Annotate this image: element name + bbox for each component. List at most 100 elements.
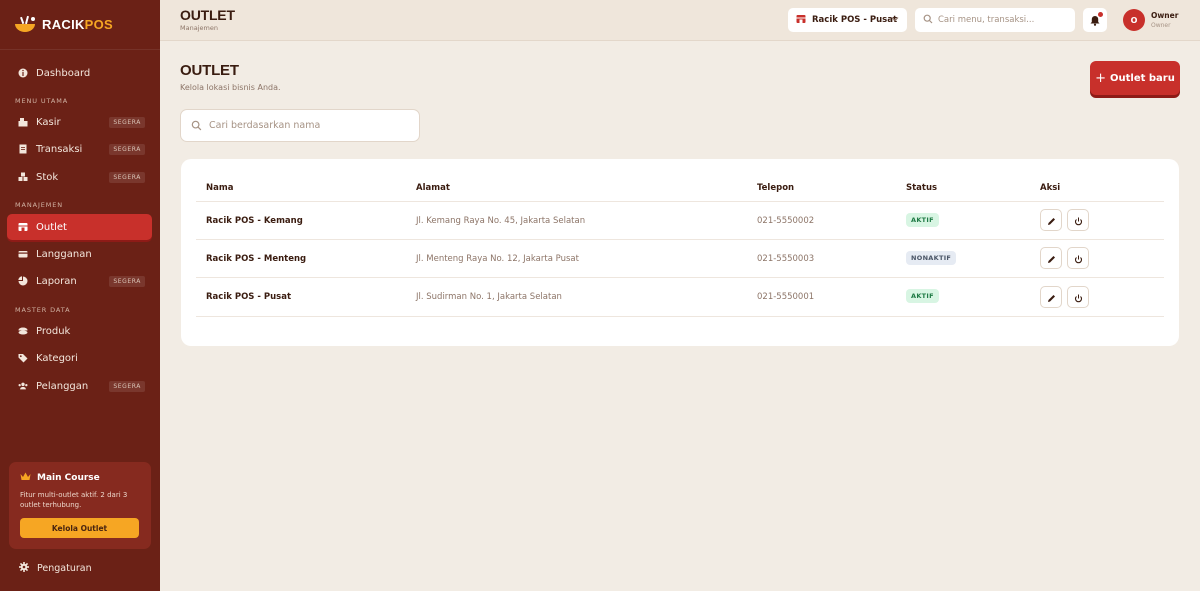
promo-title: Main Course xyxy=(20,472,140,484)
soon-badge: SEGERA xyxy=(109,276,145,287)
gear-icon xyxy=(19,562,29,575)
notification-dot xyxy=(1098,12,1103,17)
power-icon xyxy=(1074,288,1083,307)
status-badge: AKTIF xyxy=(906,289,939,303)
soon-badge: SEGERA xyxy=(109,144,145,155)
sidebar-item-settings[interactable]: Pengaturan xyxy=(19,562,92,575)
row-divider xyxy=(196,277,1164,278)
outlet-search-input[interactable] xyxy=(209,120,409,131)
outlet-phone: 021-5550001 xyxy=(757,292,815,302)
promo-card: Main Course Fitur multi-outlet aktif. 2 … xyxy=(9,462,151,549)
edit-button[interactable] xyxy=(1040,209,1062,231)
new-outlet-button[interactable]: + Outlet baru xyxy=(1090,61,1180,95)
outlet-selector[interactable]: Racik POS - Pusat xyxy=(788,8,907,32)
sidebar-item-outlet[interactable]: Outlet xyxy=(7,214,152,240)
sidebar-item-stok[interactable]: Stok SEGERA xyxy=(7,164,152,190)
user-role: Owner xyxy=(1151,22,1171,29)
crown-icon xyxy=(20,472,31,484)
outlet-search[interactable] xyxy=(180,109,420,142)
card-icon xyxy=(18,249,28,259)
row-divider xyxy=(196,316,1164,317)
users-icon xyxy=(18,381,28,391)
settings-label: Pengaturan xyxy=(37,563,92,574)
outlet-name: Racik POS - Kemang xyxy=(206,216,303,226)
soon-badge: SEGERA xyxy=(109,117,145,128)
pencil-icon xyxy=(1047,288,1056,307)
sidebar-item-langganan[interactable]: Langganan xyxy=(7,241,152,267)
sidebar-item-label: Transaksi xyxy=(36,143,83,155)
column-header-phone: Telepon xyxy=(757,183,795,193)
brand-name: RACIKPOS xyxy=(42,17,114,32)
sidebar-item-label: Stok xyxy=(36,171,59,183)
chart-pie-icon xyxy=(18,276,28,286)
sidebar: RACIKPOS Dashboard MENU UTAMA Kasir SEGE… xyxy=(0,0,160,591)
bowl-icon xyxy=(18,326,28,336)
toggle-status-button[interactable] xyxy=(1067,209,1089,231)
column-header-status: Status xyxy=(906,183,938,193)
receipt-icon xyxy=(18,144,28,154)
boxes-icon xyxy=(18,172,28,182)
topbar: OUTLET Manajemen Racik POS - Pusat Cari … xyxy=(160,0,1200,41)
row-divider xyxy=(196,239,1164,240)
column-header-actions: Aksi xyxy=(1040,183,1061,193)
new-outlet-label: Outlet baru xyxy=(1110,72,1175,84)
column-header-name: Nama xyxy=(206,183,234,193)
topbar-title: OUTLET xyxy=(180,7,235,23)
topbar-subtitle: Manajemen xyxy=(180,24,218,32)
pencil-icon xyxy=(1047,211,1056,230)
sidebar-item-pelanggan[interactable]: Pelanggan SEGERA xyxy=(7,373,152,399)
info-icon xyxy=(18,68,28,78)
soon-badge: SEGERA xyxy=(109,172,145,183)
notifications-button[interactable] xyxy=(1083,8,1107,32)
section-label-manage: MANAJEMEN xyxy=(15,201,64,209)
edit-button[interactable] xyxy=(1040,247,1062,269)
promo-description: Fitur multi-outlet aktif. 2 dari 3 outle… xyxy=(20,491,128,509)
soon-badge: SEGERA xyxy=(109,381,145,392)
sidebar-item-dashboard[interactable]: Dashboard xyxy=(7,60,152,86)
brand[interactable]: RACIKPOS xyxy=(0,0,160,50)
outlet-selector-value: Racik POS - Pusat xyxy=(812,15,898,25)
manage-outlet-button[interactable]: Kelola Outlet xyxy=(20,518,139,538)
global-search-input[interactable]: Cari menu, transaksi... xyxy=(915,8,1075,32)
power-icon xyxy=(1074,211,1083,230)
cash-register-icon xyxy=(18,117,28,127)
edit-button[interactable] xyxy=(1040,286,1062,308)
outlet-address: Jl. Sudirman No. 1, Jakarta Selatan xyxy=(416,292,562,302)
store-icon xyxy=(18,222,28,232)
power-icon xyxy=(1074,249,1083,268)
pencil-icon xyxy=(1047,249,1056,268)
logo-bowl-icon xyxy=(12,15,38,35)
outlet-phone: 021-5550002 xyxy=(757,216,815,226)
sidebar-item-kategori[interactable]: Kategori xyxy=(7,345,152,371)
sidebar-item-label: Kategori xyxy=(36,352,78,364)
outlet-phone: 021-5550003 xyxy=(757,254,815,264)
global-search-placeholder: Cari menu, transaksi... xyxy=(938,15,1035,25)
avatar[interactable]: O xyxy=(1123,9,1145,31)
tag-icon xyxy=(18,353,28,363)
sidebar-item-label: Langganan xyxy=(36,248,92,260)
toggle-status-button[interactable] xyxy=(1067,247,1089,269)
header-divider xyxy=(196,201,1164,202)
outlet-address: Jl. Kemang Raya No. 45, Jakarta Selatan xyxy=(416,216,586,226)
outlet-name: Racik POS - Pusat xyxy=(206,292,292,302)
page-subtitle: Kelola lokasi bisnis Anda. xyxy=(180,83,281,92)
plus-icon: + xyxy=(1095,70,1107,86)
outlet-table-card xyxy=(181,159,1179,346)
sidebar-item-label: Laporan xyxy=(36,275,77,287)
status-badge: NONAKTIF xyxy=(906,251,957,265)
user-name: Owner xyxy=(1151,11,1179,20)
outlet-address: Jl. Menteng Raya No. 12, Jakarta Pusat xyxy=(416,254,579,264)
toggle-status-button[interactable] xyxy=(1067,286,1089,308)
sidebar-item-transaksi[interactable]: Transaksi SEGERA xyxy=(7,136,152,162)
sidebar-item-label: Pelanggan xyxy=(36,380,89,392)
store-icon xyxy=(796,14,806,27)
section-label-main: MENU UTAMA xyxy=(15,97,69,105)
search-icon xyxy=(923,14,933,27)
sidebar-item-kasir[interactable]: Kasir SEGERA xyxy=(7,109,152,135)
search-icon xyxy=(191,116,202,135)
outlet-name: Racik POS - Menteng xyxy=(206,254,307,264)
sidebar-item-label: Outlet xyxy=(36,221,67,233)
sidebar-item-laporan[interactable]: Laporan SEGERA xyxy=(7,268,152,294)
page-title: OUTLET xyxy=(180,62,239,79)
sidebar-item-produk[interactable]: Produk xyxy=(7,318,152,344)
